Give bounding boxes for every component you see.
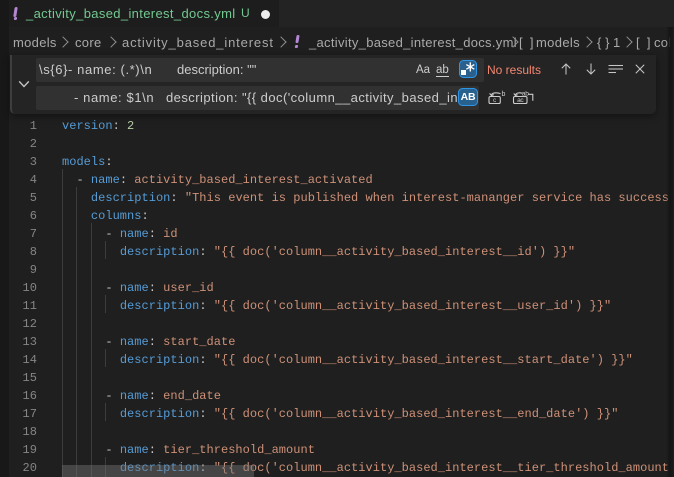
- svg-text:ac: ac: [517, 97, 524, 104]
- svg-text:ab: ab: [522, 91, 529, 98]
- svg-text:b: b: [502, 91, 506, 98]
- svg-text:c: c: [493, 97, 497, 104]
